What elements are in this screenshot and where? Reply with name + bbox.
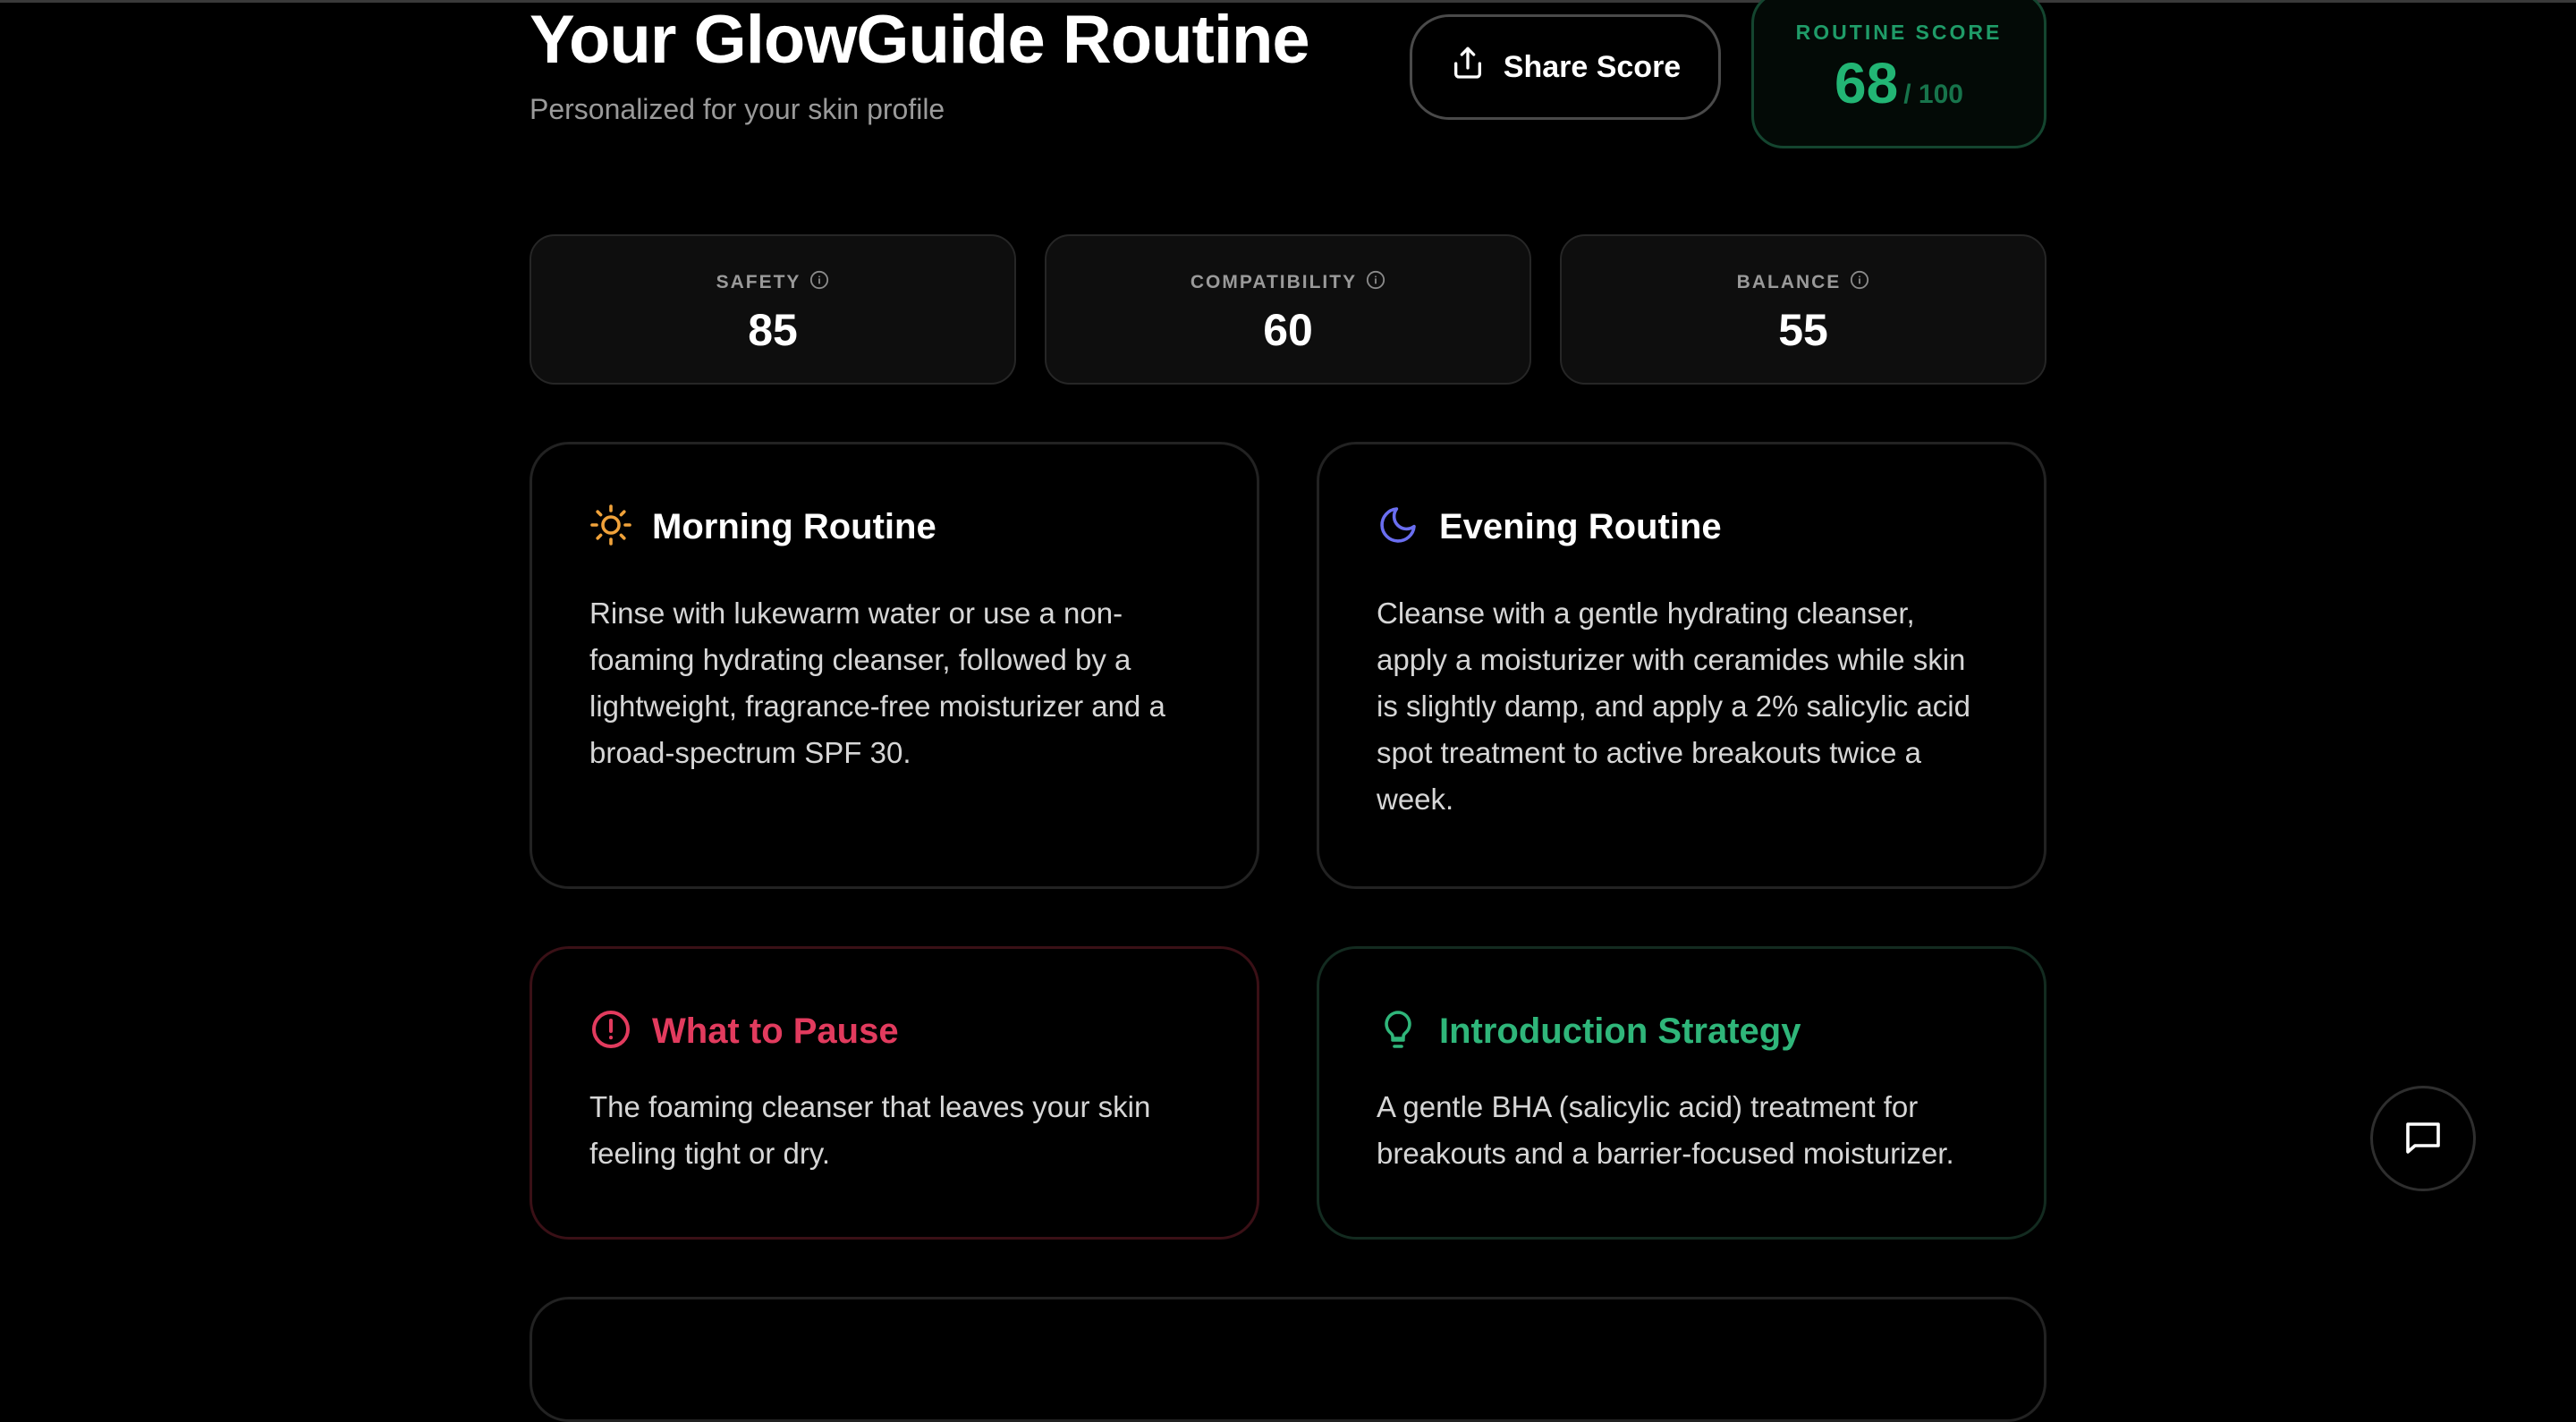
evening-routine-card: Evening Routine Cleanse with a gentle hy… xyxy=(1317,442,2046,889)
routine-score-label: ROUTINE SCORE xyxy=(1795,21,2003,44)
introduction-strategy-title: Introduction Strategy xyxy=(1439,1011,1801,1051)
metric-balance-value: 55 xyxy=(1778,305,1828,355)
routine-score-card: ROUTINE SCORE 68/ 100 xyxy=(1751,0,2046,148)
share-score-label: Share Score xyxy=(1503,49,1682,84)
morning-routine-text: Rinse with lukewarm water or use a non-f… xyxy=(589,597,1165,769)
what-to-pause-header: What to Pause xyxy=(589,1008,1199,1055)
lightbulb-icon xyxy=(1377,1008,1419,1055)
what-to-pause-card: What to Pause The foaming cleanser that … xyxy=(530,946,1259,1240)
routine-score-value-row: 68/ 100 xyxy=(1754,50,2044,116)
evening-routine-title: Evening Routine xyxy=(1439,507,1722,546)
info-icon[interactable] xyxy=(809,270,829,295)
info-icon[interactable] xyxy=(1850,270,1869,295)
metric-compatibility-value: 60 xyxy=(1263,305,1313,355)
routine-score-max: / 100 xyxy=(1903,80,1963,109)
what-to-pause-text: The foaming cleanser that leaves your sk… xyxy=(589,1090,1151,1170)
metric-balance-label-row: BALANCE xyxy=(1562,270,2045,295)
info-icon[interactable] xyxy=(1366,270,1385,295)
page-subtitle: Personalized for your skin profile xyxy=(530,93,945,125)
page-title: Your GlowGuide Routine xyxy=(530,2,1310,78)
introduction-strategy-card: Introduction Strategy A gentle BHA (sali… xyxy=(1317,946,2046,1240)
share-score-button[interactable]: Share Score xyxy=(1410,14,1721,120)
metric-safety-label: SAFETY xyxy=(716,272,801,292)
morning-routine-card: Morning Routine Rinse with lukewarm wate… xyxy=(530,442,1259,889)
moon-icon xyxy=(1377,504,1419,551)
share-icon xyxy=(1450,46,1486,89)
metric-compatibility-label-row: COMPATIBILITY xyxy=(1046,270,1530,295)
chat-button[interactable] xyxy=(2370,1086,2476,1191)
metric-safety-label-row: SAFETY xyxy=(531,270,1014,295)
metric-balance-label: BALANCE xyxy=(1736,272,1842,292)
morning-routine-header: Morning Routine xyxy=(589,504,1199,551)
metric-safety-value: 85 xyxy=(748,305,798,355)
introduction-strategy-header: Introduction Strategy xyxy=(1377,1008,1987,1055)
metric-balance-card: BALANCE 55 xyxy=(1560,234,2046,385)
metric-safety-card: SAFETY 85 xyxy=(530,234,1016,385)
routine-score-value: 68 xyxy=(1835,51,1899,115)
introduction-strategy-text: A gentle BHA (salicylic acid) treatment … xyxy=(1377,1090,1954,1170)
metric-compatibility-label: COMPATIBILITY xyxy=(1190,272,1358,292)
morning-routine-title: Morning Routine xyxy=(652,507,936,546)
alert-circle-icon xyxy=(589,1008,632,1055)
metric-compatibility-card: COMPATIBILITY 60 xyxy=(1045,234,1531,385)
sun-icon xyxy=(589,504,632,551)
what-to-pause-title: What to Pause xyxy=(652,1011,899,1051)
evening-routine-header: Evening Routine xyxy=(1377,504,1987,551)
evening-routine-text: Cleanse with a gentle hydrating cleanser… xyxy=(1377,597,1970,816)
next-section-card xyxy=(530,1297,2046,1422)
chat-icon xyxy=(2402,1116,2445,1162)
